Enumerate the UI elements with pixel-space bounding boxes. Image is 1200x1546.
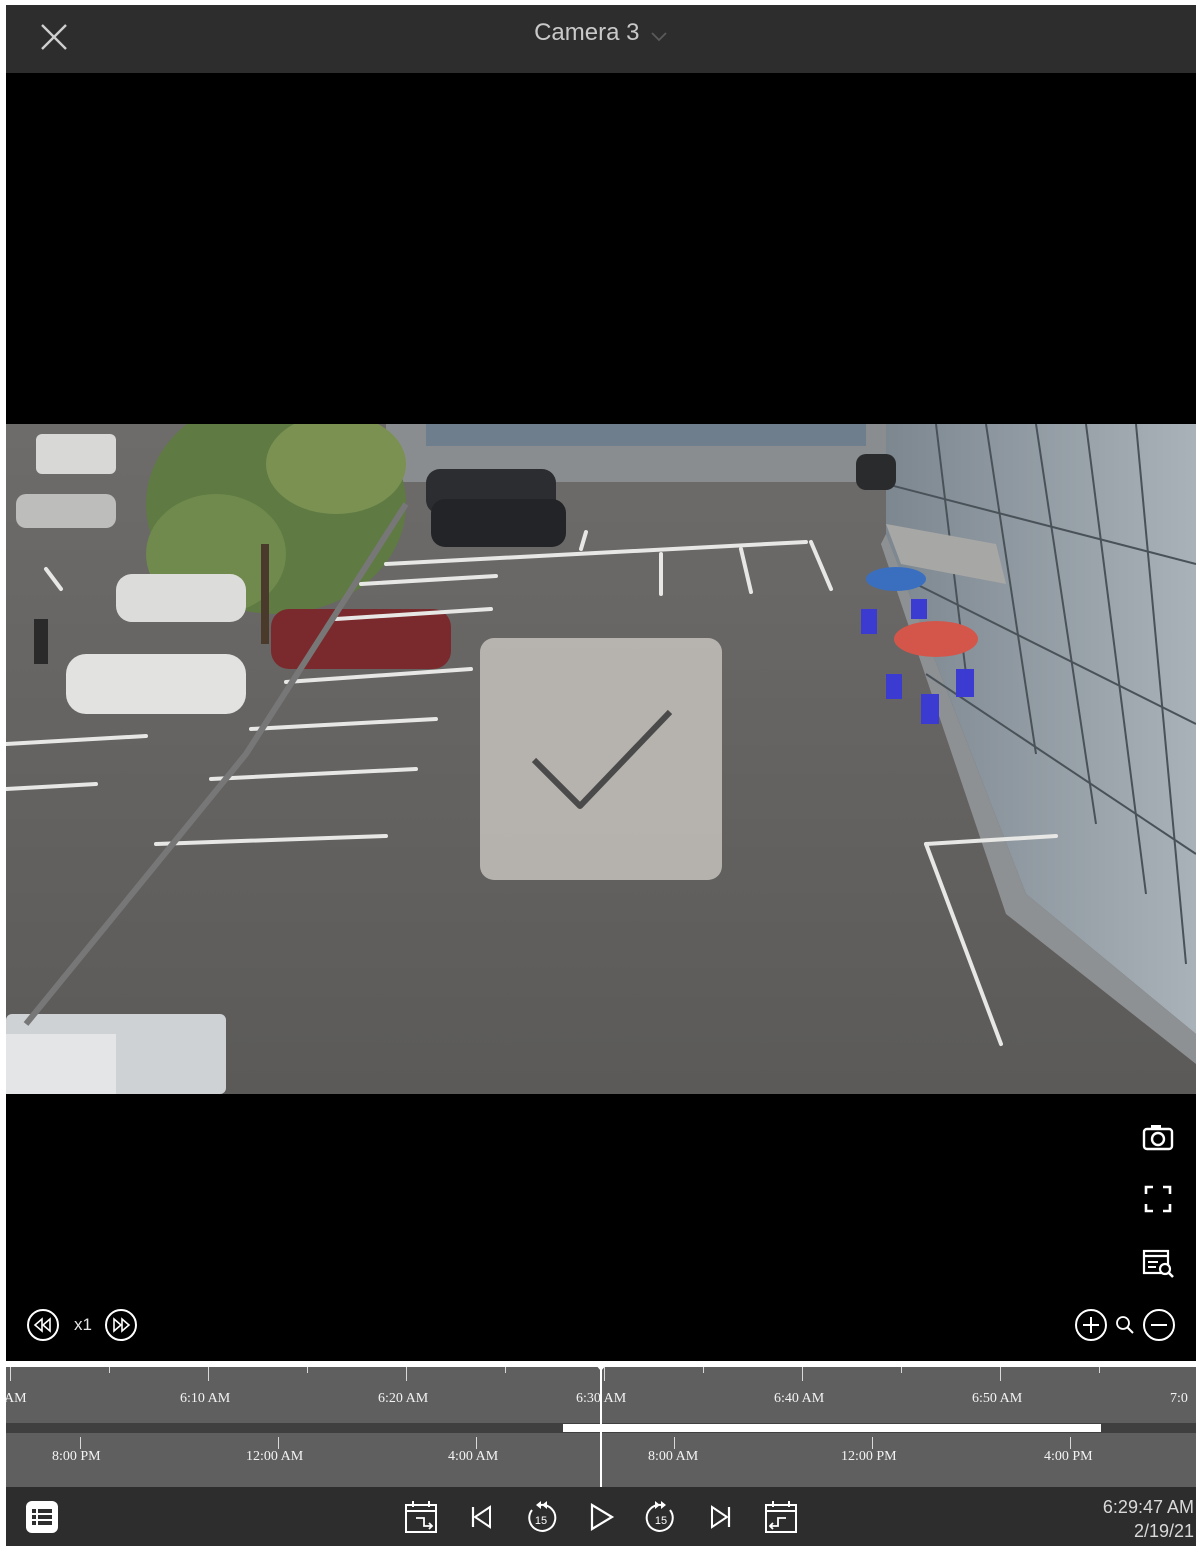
playback-controls: 15 15 — [402, 1498, 800, 1536]
archive-search-button[interactable] — [1140, 1245, 1176, 1281]
bottom-toolbar: 15 15 6:29:47 AM 2/19/21 — [6, 1487, 1196, 1546]
major-tick — [1070, 1437, 1071, 1449]
playhead-marker — [595, 1364, 607, 1371]
chevron-down-icon — [651, 32, 667, 42]
current-datetime: 6:29:47 AM 2/19/21 — [1103, 1495, 1194, 1543]
fullscreen-button[interactable] — [1140, 1181, 1176, 1217]
recorded-segment — [563, 1424, 1101, 1432]
checkmark-icon — [531, 709, 672, 809]
calendar-forward-icon — [765, 1501, 797, 1533]
camera-icon — [1142, 1125, 1174, 1151]
minor-tick — [505, 1367, 506, 1373]
major-tick — [802, 1367, 803, 1381]
minor-tick — [109, 1367, 110, 1373]
minor-tick — [1099, 1367, 1100, 1373]
minor-tick — [307, 1367, 308, 1373]
event-list-button[interactable] — [24, 1499, 60, 1535]
tick-label: 7:0 — [1170, 1391, 1188, 1406]
tick-label: 4:00 AM — [448, 1449, 499, 1464]
play-button[interactable] — [582, 1498, 620, 1536]
tick-label: 6:40 AM — [774, 1391, 825, 1406]
major-tick — [476, 1437, 477, 1449]
tick-label: 8:00 PM — [52, 1449, 101, 1464]
header-bar: Camera 3 — [6, 5, 1196, 73]
playhead[interactable] — [600, 1361, 602, 1487]
skip-next-button[interactable] — [702, 1498, 740, 1536]
checkmark-overlay — [480, 638, 722, 880]
skip-previous-icon — [471, 1505, 491, 1529]
list-icon — [26, 1501, 58, 1533]
zoom-in-icon[interactable] — [1074, 1308, 1108, 1342]
tick-label: 12:00 AM — [246, 1449, 304, 1464]
forward-15-button[interactable]: 15 — [642, 1498, 680, 1536]
skip-next-icon — [711, 1505, 731, 1529]
previous-day-button[interactable] — [402, 1498, 440, 1536]
minor-tick — [901, 1367, 902, 1373]
fast-forward-icon[interactable] — [104, 1308, 138, 1342]
rewind-15-icon: 15 — [528, 1501, 557, 1532]
tick-label: 6:20 AM — [378, 1391, 429, 1406]
camera-viewer: Camera 3 x1 AM 6:10 AM 6:20 AM 6:30 AM 6… — [6, 5, 1196, 1546]
major-tick — [674, 1437, 675, 1449]
tick-label: 4:00 PM — [1044, 1449, 1093, 1464]
major-tick — [208, 1367, 209, 1381]
rewind-15-button[interactable]: 15 — [522, 1498, 560, 1536]
next-day-button[interactable] — [762, 1498, 800, 1536]
current-date: 2/19/21 — [1133, 1521, 1194, 1541]
major-tick — [10, 1367, 11, 1381]
minor-tick — [703, 1367, 704, 1373]
major-tick — [872, 1437, 873, 1449]
tick-label: 12:00 PM — [841, 1449, 897, 1464]
current-time: 6:29:47 AM — [1102, 1497, 1194, 1517]
skip-previous-button[interactable] — [462, 1498, 500, 1536]
major-tick — [80, 1437, 81, 1449]
rewind-icon[interactable] — [26, 1308, 60, 1342]
tick-label: AM — [6, 1391, 27, 1406]
calendar-back-icon — [405, 1501, 437, 1533]
snapshot-button[interactable] — [1140, 1119, 1176, 1155]
forward-15-icon: 15 — [645, 1501, 674, 1532]
timeline[interactable]: AM 6:10 AM 6:20 AM 6:30 AM 6:40 AM 6:50 … — [6, 1361, 1196, 1487]
tick-label: 6:50 AM — [972, 1391, 1023, 1406]
magnifier-icon — [1116, 1316, 1134, 1334]
svg-text:15: 15 — [535, 1515, 547, 1527]
major-tick — [1000, 1367, 1001, 1381]
video-frame[interactable] — [6, 424, 1196, 1094]
tick-label: 6:10 AM — [180, 1391, 231, 1406]
fullscreen-icon — [1144, 1185, 1172, 1213]
speed-controls: x1 — [26, 1307, 138, 1343]
play-icon — [590, 1503, 615, 1531]
camera-selector[interactable]: Camera 3 — [6, 19, 1196, 47]
tick-label: 8:00 AM — [648, 1449, 699, 1464]
zoom-out-icon[interactable] — [1142, 1308, 1176, 1342]
svg-text:15: 15 — [655, 1515, 667, 1527]
camera-title: Camera 3 — [534, 19, 640, 46]
search-archive-icon — [1142, 1249, 1174, 1278]
major-tick — [278, 1437, 279, 1449]
speed-label: x1 — [74, 1315, 92, 1334]
major-tick — [406, 1367, 407, 1381]
zoom-controls — [1074, 1307, 1176, 1343]
